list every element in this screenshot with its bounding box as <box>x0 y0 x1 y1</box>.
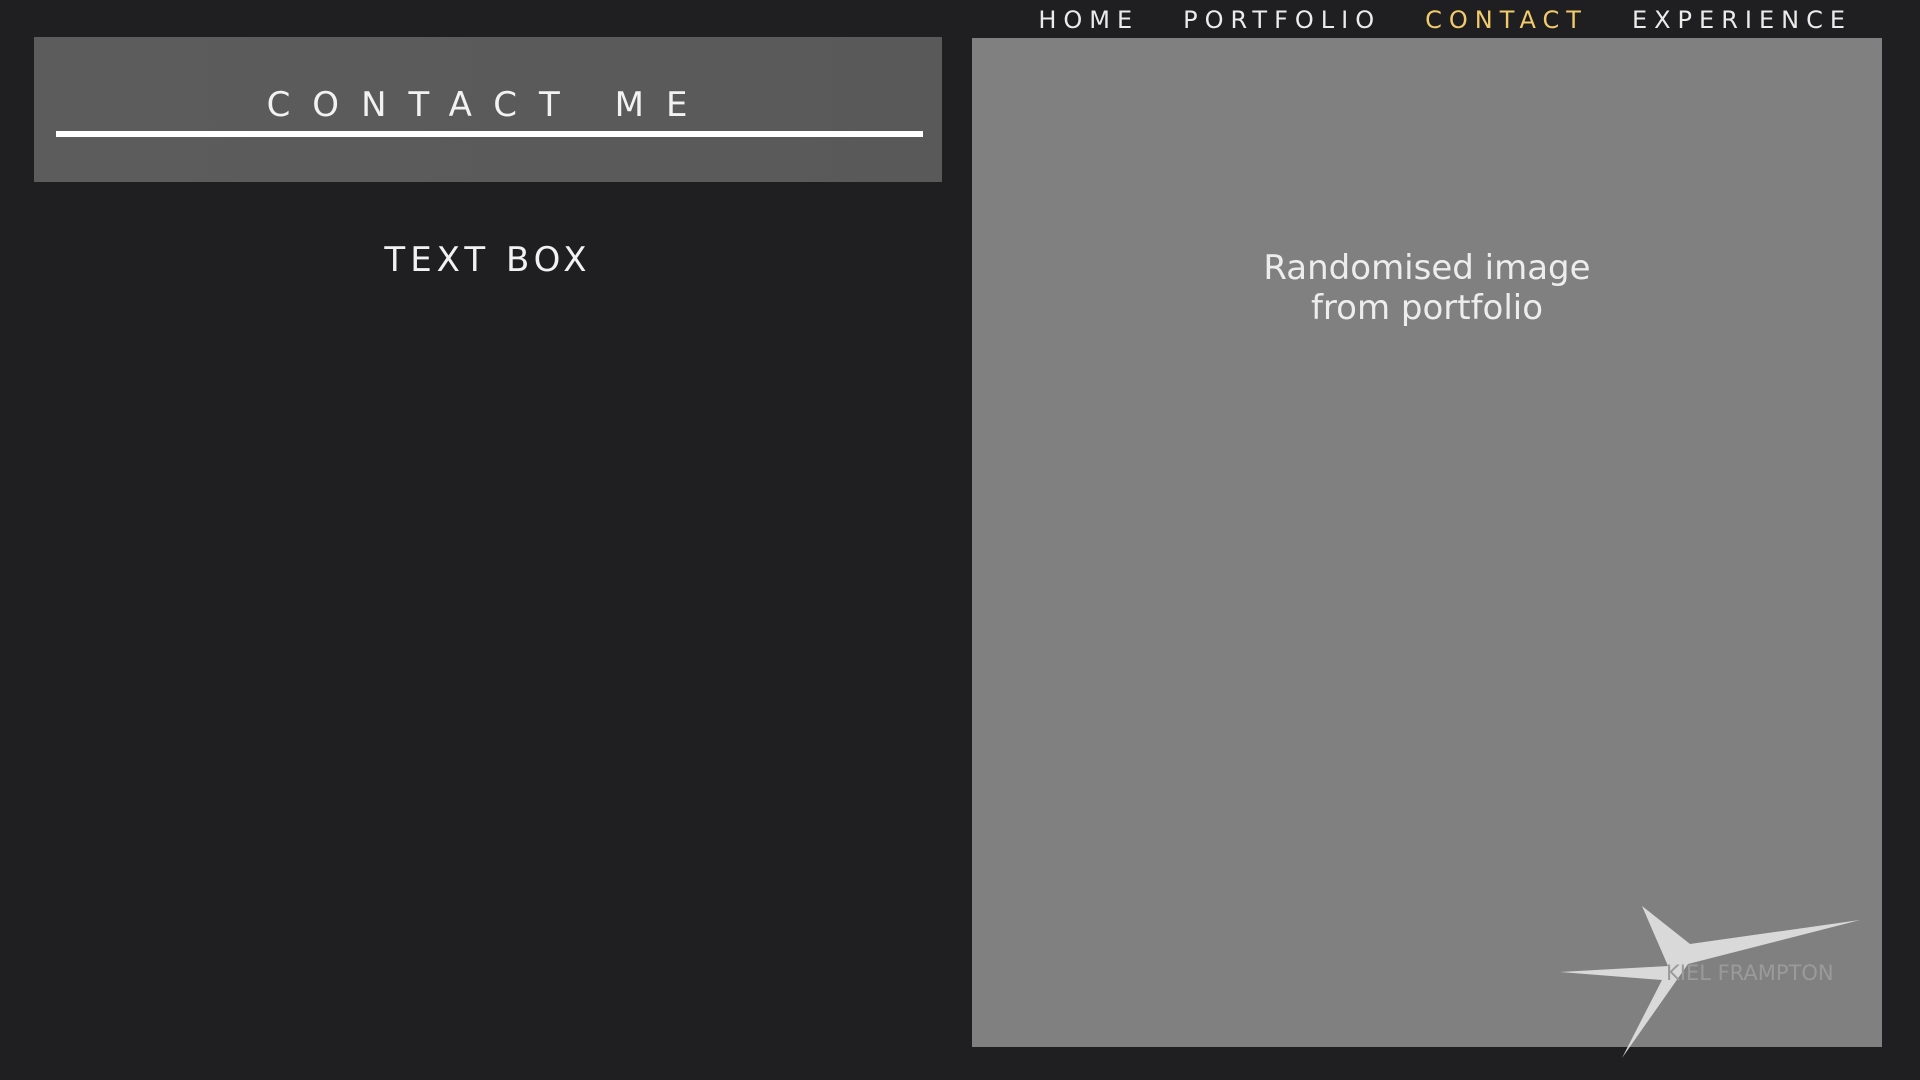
image-caption: Randomised image from portfolio <box>972 248 1882 328</box>
contact-title-panel: CONTACT ME <box>34 37 942 182</box>
image-caption-line2: from portfolio <box>1310 288 1544 328</box>
nav-contact-link[interactable]: CONTACT <box>1425 6 1588 34</box>
page-title: CONTACT ME <box>266 85 710 125</box>
nav-experience-link[interactable]: EXPERIENCE <box>1632 6 1852 34</box>
top-navigation: HOME PORTFOLIO CONTACT EXPERIENCE <box>980 0 1920 40</box>
title-underline <box>56 131 923 137</box>
kiel-frampton-logo: KIEL FRAMPTON <box>1560 906 1860 1058</box>
randomised-image-panel: Randomised image from portfolio KIEL FRA… <box>972 38 1882 1058</box>
image-caption-line1: Randomised image <box>1263 248 1591 288</box>
nav-portfolio-link[interactable]: PORTFOLIO <box>1183 6 1381 34</box>
text-box-placeholder: TEXT BOX <box>384 240 592 280</box>
nav-home-link[interactable]: HOME <box>1038 6 1139 34</box>
logo-text: KIEL FRAMPTON <box>1666 961 1834 985</box>
